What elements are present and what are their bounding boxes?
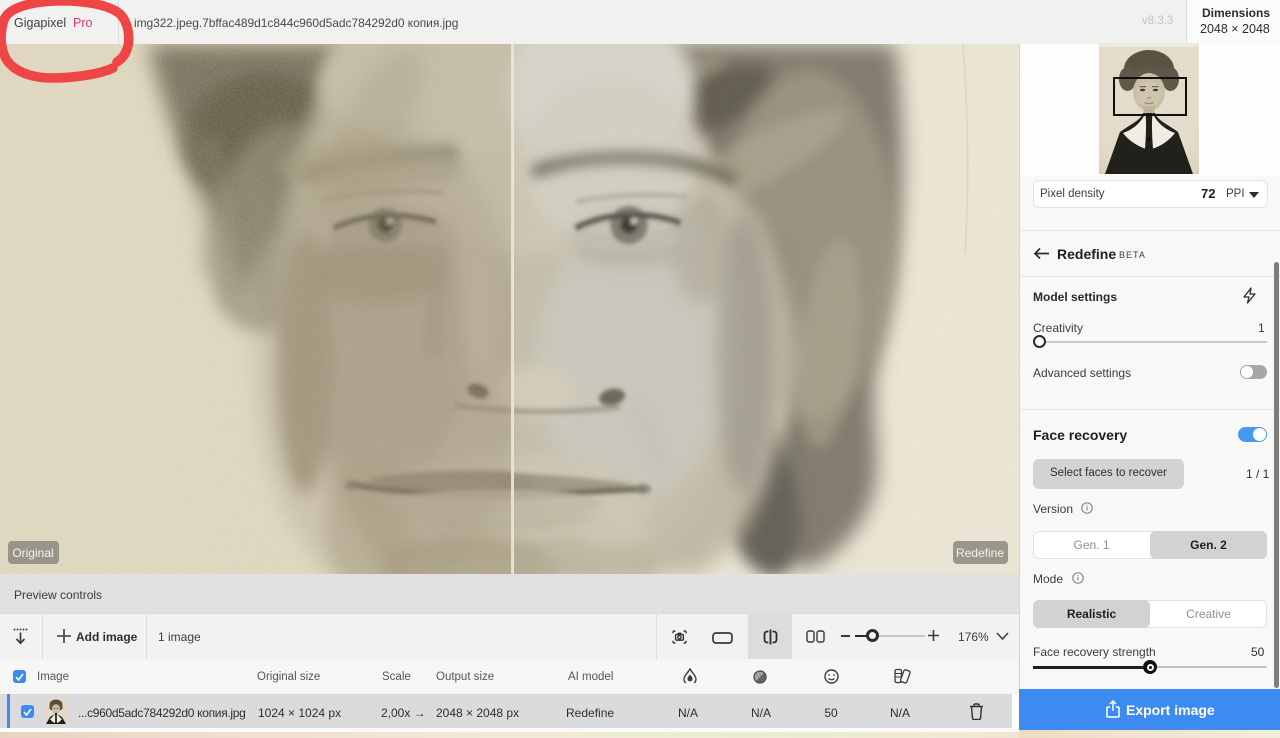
- svg-text:Redefine: Redefine: [956, 546, 1004, 560]
- svg-text:Original: Original: [12, 546, 53, 560]
